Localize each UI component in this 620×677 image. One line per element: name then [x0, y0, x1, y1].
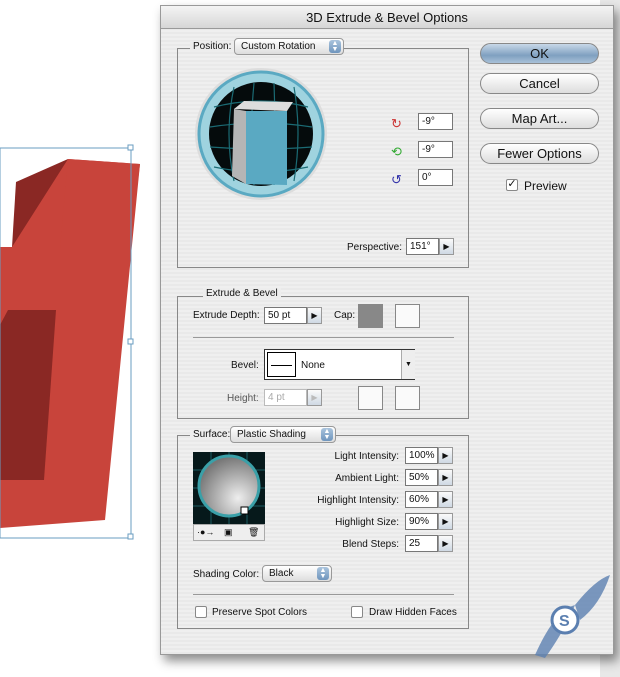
draw-hidden-faces-label: Draw Hidden Faces [369, 607, 457, 618]
watermark-logo: S [535, 575, 610, 658]
highlight-size-input[interactable]: 90% [405, 513, 438, 530]
surface-dropdown[interactable]: Plastic Shading ▲ ▼ [230, 426, 336, 443]
svg-text:S: S [559, 613, 570, 630]
surface-label: Surface: [190, 429, 234, 440]
selection-handle [127, 338, 134, 345]
cap-on-button[interactable] [358, 304, 383, 328]
updown-arrows-icon: ▲ ▼ [329, 40, 341, 53]
dialog-title[interactable]: 3D Extrude & Bevel Options [161, 6, 613, 29]
extrude-bevel-dialog: 3D Extrude & Bevel Options Position: Cus… [160, 5, 614, 655]
perspective-slider-button[interactable]: ▶ [439, 238, 454, 255]
rotate-z-input[interactable]: 0° [418, 169, 453, 186]
shading-color-label: Shading Color: [193, 569, 260, 580]
lighting-sphere-preview[interactable] [193, 452, 265, 524]
light-source-handle [240, 506, 249, 515]
move-light-back-icon[interactable]: ·●→ [197, 527, 214, 537]
position-value: Custom Rotation [241, 41, 316, 52]
cancel-button[interactable]: Cancel [480, 73, 599, 94]
rotate-z-axis-icon: ↺ [391, 172, 402, 187]
ambient-light-slider-button[interactable]: ▶ [438, 469, 453, 486]
ok-button[interactable]: OK [480, 43, 599, 64]
updown-arrows-icon: ▲ ▼ [317, 567, 329, 580]
blend-steps-slider-button[interactable]: ▶ [438, 535, 453, 552]
light-intensity-slider-button[interactable]: ▶ [438, 447, 453, 464]
divider [193, 594, 454, 595]
extrude-depth-label: Extrude Depth: [193, 310, 260, 321]
position-dropdown[interactable]: Custom Rotation ▲ ▼ [234, 38, 344, 55]
perspective-label: Perspective: [347, 242, 403, 253]
preserve-spot-colors-checkbox[interactable] [195, 606, 207, 618]
updown-arrows-icon: ▲ ▼ [321, 428, 333, 441]
preserve-spot-colors-label: Preserve Spot Colors [212, 607, 308, 618]
rotate-y-input[interactable]: -9° [418, 141, 453, 158]
bevel-dropdown[interactable]: None ▼ [264, 349, 415, 380]
light-intensity-input[interactable]: 100% [405, 447, 438, 464]
draw-hidden-faces-checkbox[interactable] [351, 606, 363, 618]
rotate-x-input[interactable]: -9° [418, 113, 453, 130]
height-slider-button[interactable]: ▶ [307, 389, 322, 406]
extrude-depth-input[interactable]: 50 pt [264, 307, 307, 324]
highlight-intensity-slider-button[interactable]: ▶ [438, 491, 453, 508]
cap-off-button[interactable] [395, 304, 420, 328]
bevel-in-button[interactable] [395, 386, 420, 410]
preview-checkbox[interactable]: ✓ [506, 179, 518, 191]
shading-color-value: Black [269, 568, 294, 579]
height-label: Height: [227, 393, 259, 404]
trash-icon[interactable]: 🗑 [248, 527, 259, 538]
extrude-depth-slider-button[interactable]: ▶ [307, 307, 322, 324]
cap-label: Cap: [334, 310, 356, 321]
highlight-size-slider-button[interactable]: ▶ [438, 513, 453, 530]
bevel-label: Bevel: [231, 360, 259, 371]
extrude-bevel-legend: Extrude & Bevel [203, 288, 281, 299]
divider [193, 337, 454, 338]
bevel-value: None [301, 360, 325, 371]
selection-handle [127, 144, 134, 151]
shading-color-dropdown[interactable]: Black ▲ ▼ [262, 565, 332, 582]
blend-steps-input[interactable]: 25 [405, 535, 438, 552]
bevel-swatch [267, 352, 296, 377]
selection-handle [127, 533, 134, 540]
highlight-intensity-input[interactable]: 60% [405, 491, 438, 508]
highlight-intensity-label: Highlight Intensity: [317, 495, 399, 506]
new-light-icon[interactable]: ▣ [224, 527, 233, 538]
bevel-out-button[interactable] [358, 386, 383, 410]
rotate-y-axis-icon: ⟲ [391, 144, 402, 159]
perspective-input[interactable]: 151° [406, 238, 439, 255]
ambient-light-label: Ambient Light: [335, 473, 399, 484]
highlight-size-label: Highlight Size: [335, 517, 399, 528]
ambient-light-input[interactable]: 50% [405, 469, 438, 486]
surface-value: Plastic Shading [237, 429, 306, 440]
position-label: Position: [190, 41, 235, 52]
blend-steps-label: Blend Steps: [342, 539, 399, 550]
chevron-down-icon: ▼ [401, 350, 415, 379]
rotate-x-axis-icon: ↻ [391, 116, 402, 131]
fewer-options-button[interactable]: Fewer Options [480, 143, 599, 164]
light-intensity-label: Light Intensity: [334, 451, 399, 462]
map-art-button[interactable]: Map Art... [480, 108, 599, 129]
rotation-trackball[interactable] [194, 67, 328, 201]
preview-label: Preview [524, 179, 567, 193]
extruded-letter-artwork [0, 144, 140, 540]
height-input[interactable]: 4 pt [264, 389, 307, 406]
